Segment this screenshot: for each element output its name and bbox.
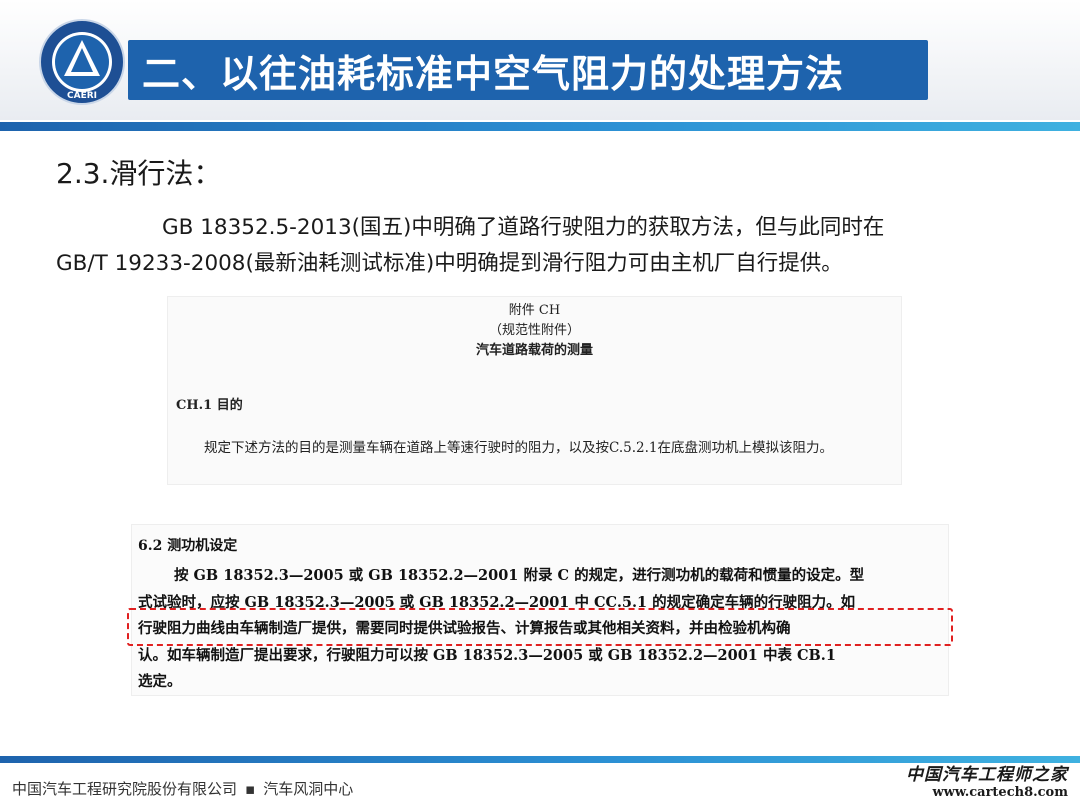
standard-excerpt-1: 附件 CH （规范性附件） 汽车道路载荷的测量 CH.1 目的 规定下述方法的目… bbox=[167, 296, 902, 485]
excerpt1-title2: （规范性附件） bbox=[488, 323, 580, 338]
excerpt2-line-5: 选定。 bbox=[138, 673, 182, 690]
excerpt2-section: 6.2 测功机设定 bbox=[138, 538, 238, 554]
excerpt1-body-wrap: 规定下述方法的目的是测量车辆在道路上等速行驶时的阻力，以及按C.5.2.1在底盘… bbox=[176, 437, 894, 459]
excerpt2-line-1: 按 GB 18352.3—2005 或 GB 18352.2—2001 附录 C… bbox=[174, 567, 865, 584]
title-banner: 二、以往油耗标准中空气阻力的处理方法 bbox=[128, 40, 928, 100]
footer-company: 中国汽车工程研究院股份有限公司 bbox=[12, 780, 238, 798]
footer: 中国汽车工程研究院股份有限公司 ▪ 汽车风洞中心 bbox=[12, 778, 353, 799]
header-divider bbox=[0, 122, 1080, 131]
excerpt1-body: 规定下述方法的目的是测量车辆在道路上等速行驶时的阻力，以及按C.5.2.1在底盘… bbox=[204, 440, 833, 456]
watermark-url: www.cartech8.com bbox=[932, 785, 1068, 800]
excerpt1-section: CH.1 目的 bbox=[176, 398, 243, 413]
excerpt1-title1: 附件 CH bbox=[508, 303, 561, 318]
paragraph-line-2: GB/T 19233-2008(最新油耗测试标准)中明确提到滑行阻力可由主机厂自… bbox=[56, 251, 843, 276]
intro-paragraph: GB 18352.5-2013(国五)中明确了道路行驶阻力的获取方法，但与此同时… bbox=[56, 210, 996, 282]
highlight-dashed-box bbox=[127, 608, 953, 646]
watermark-name: 中国汽车工程师之家 bbox=[906, 765, 1068, 785]
footer-center: 汽车风洞中心 bbox=[263, 780, 354, 798]
caeri-logo-icon: CAERI bbox=[39, 19, 125, 105]
footer-separator: ▪ bbox=[245, 780, 256, 798]
excerpt2-line-4: 认。如车辆制造厂提出要求，行驶阻力可以按 GB 18352.3—2005 或 G… bbox=[138, 646, 836, 664]
logo-text: CAERI bbox=[67, 91, 97, 101]
watermark: 中国汽车工程师之家 www.cartech8.com bbox=[906, 760, 1068, 800]
page-title: 二、以往油耗标准中空气阻力的处理方法 bbox=[142, 51, 845, 96]
paragraph-line-1: GB 18352.5-2013(国五)中明确了道路行驶阻力的获取方法，但与此同时… bbox=[162, 215, 885, 240]
excerpt1-title3: 汽车道路载荷的测量 bbox=[475, 343, 593, 358]
section-heading: 2.3.滑行法： bbox=[56, 157, 222, 190]
